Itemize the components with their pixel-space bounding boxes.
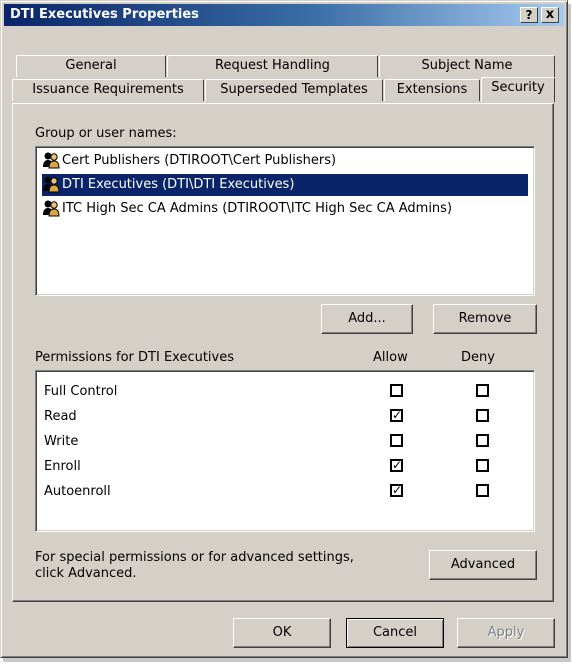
deny-column-header: Deny	[461, 350, 495, 365]
help-button[interactable]: ?	[520, 7, 538, 23]
security-tab-panel: Group or user names: Cert Publishers (DT…	[12, 103, 554, 602]
tab-issuance-requirements[interactable]: Issuance Requirements	[12, 79, 204, 101]
tab-extensions[interactable]: Extensions	[384, 79, 480, 101]
users-icon	[43, 176, 60, 192]
advanced-note-line: click Advanced.	[35, 566, 137, 581]
title-bar[interactable]: DTI Executives Properties ? x	[4, 4, 564, 26]
tab-security[interactable]: Security	[481, 77, 555, 102]
deny-checkbox[interactable]	[476, 384, 489, 397]
users-icon	[43, 200, 60, 216]
deny-checkbox[interactable]	[476, 459, 489, 472]
users-icon	[43, 152, 60, 168]
allow-checkbox[interactable]: ✓	[390, 409, 403, 422]
properties-dialog: DTI Executives Properties ? x General Re…	[0, 0, 568, 658]
cancel-button[interactable]: Cancel	[346, 618, 444, 648]
permission-row: Read ✓	[44, 404, 534, 429]
group-or-user-names-label: Group or user names:	[35, 126, 177, 141]
tab-superseded-templates[interactable]: Superseded Templates	[205, 79, 383, 101]
allow-column-header: Allow	[373, 350, 408, 365]
permissions-list: Full Control Read ✓ Write Enroll ✓ Autoe…	[35, 370, 535, 532]
deny-checkbox[interactable]	[476, 434, 489, 447]
close-button[interactable]: x	[541, 7, 559, 23]
apply-button[interactable]: Apply	[457, 618, 555, 648]
advanced-note-line: For special permissions or for advanced …	[35, 550, 354, 565]
permission-name: Enroll	[44, 459, 81, 474]
list-item[interactable]: ITC High Sec CA Admins (DTIROOT\ITC High…	[42, 198, 528, 220]
tab-general[interactable]: General	[16, 55, 166, 77]
deny-checkbox[interactable]	[476, 409, 489, 422]
permission-row: Write	[44, 429, 534, 454]
user-name: DTI Executives (DTI\DTI Executives)	[62, 177, 295, 192]
permission-name: Write	[44, 434, 79, 449]
list-item-selected[interactable]: DTI Executives (DTI\DTI Executives)	[42, 174, 528, 196]
allow-checkbox[interactable]	[390, 384, 403, 397]
add-button[interactable]: Add...	[321, 304, 413, 334]
permission-name: Read	[44, 409, 77, 424]
tab-request-handling[interactable]: Request Handling	[167, 55, 378, 77]
permission-row: Enroll ✓	[44, 454, 534, 479]
ok-button[interactable]: OK	[233, 618, 331, 648]
advanced-button[interactable]: Advanced	[429, 550, 537, 580]
deny-checkbox[interactable]	[476, 484, 489, 497]
remove-button[interactable]: Remove	[433, 304, 537, 334]
permissions-label: Permissions for DTI Executives	[35, 350, 235, 365]
permission-name: Full Control	[44, 384, 118, 399]
permission-row: Full Control	[44, 379, 534, 404]
user-list[interactable]: Cert Publishers (DTIROOT\Cert Publishers…	[35, 146, 535, 296]
advanced-note: For special permissions or for advanced …	[35, 550, 354, 582]
user-name: ITC High Sec CA Admins (DTIROOT\ITC High…	[62, 201, 453, 216]
allow-checkbox[interactable]: ✓	[390, 459, 403, 472]
permission-name: Autoenroll	[44, 484, 111, 499]
allow-checkbox[interactable]: ✓	[390, 484, 403, 497]
user-name: Cert Publishers (DTIROOT\Cert Publishers…	[62, 153, 337, 168]
permission-row: Autoenroll ✓	[44, 479, 534, 504]
allow-checkbox[interactable]	[390, 434, 403, 447]
tab-subject-name[interactable]: Subject Name	[379, 55, 555, 77]
window-title: DTI Executives Properties	[10, 7, 199, 22]
list-item[interactable]: Cert Publishers (DTIROOT\Cert Publishers…	[42, 150, 528, 172]
